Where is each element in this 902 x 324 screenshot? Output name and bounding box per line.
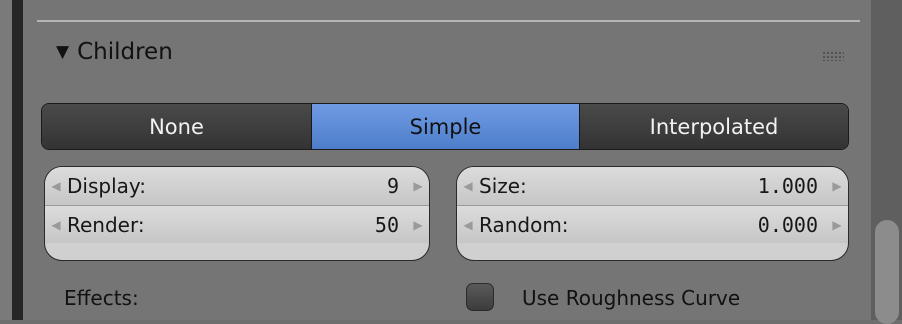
- left-field-group: ◀ Display: 9 ▶ ◀ Render: 50 ▶: [44, 166, 430, 261]
- random-label: Random:: [479, 212, 569, 237]
- decrement-arrow-icon[interactable]: ◀: [457, 218, 479, 232]
- mode-interpolated-button[interactable]: Interpolated: [579, 104, 848, 149]
- random-field[interactable]: ◀ Random: 0.000 ▶: [457, 205, 848, 243]
- increment-arrow-icon[interactable]: ▶: [407, 179, 429, 193]
- size-label: Size:: [479, 174, 527, 198]
- decrement-arrow-icon[interactable]: ◀: [45, 179, 67, 193]
- decrement-arrow-icon[interactable]: ◀: [45, 218, 67, 232]
- scrollbar-thumb[interactable]: [875, 220, 899, 324]
- use-roughness-curve-checkbox[interactable]: [466, 283, 494, 311]
- increment-arrow-icon[interactable]: ▶: [826, 179, 848, 193]
- display-value: 9: [386, 174, 399, 198]
- window-left-edge: [0, 0, 12, 320]
- increment-arrow-icon[interactable]: ▶: [407, 218, 429, 232]
- display-label: Display:: [67, 174, 147, 198]
- drag-handle-icon[interactable]: [822, 51, 844, 61]
- size-field[interactable]: ◀ Size: 1.000 ▶: [457, 167, 848, 205]
- decrement-arrow-icon[interactable]: ◀: [457, 179, 479, 193]
- random-value: 0.000: [757, 212, 818, 237]
- use-roughness-curve-label[interactable]: Use Roughness Curve: [522, 286, 740, 310]
- render-field[interactable]: ◀ Render: 50 ▶: [45, 205, 429, 243]
- mode-simple-button[interactable]: Simple: [311, 104, 579, 149]
- increment-arrow-icon[interactable]: ▶: [826, 218, 848, 232]
- panel-separator: [37, 20, 860, 22]
- display-field[interactable]: ◀ Display: 9 ▶: [45, 167, 429, 205]
- panel-left-border: [12, 0, 23, 320]
- render-value: 50: [374, 212, 399, 237]
- render-label: Render:: [67, 212, 145, 237]
- children-mode-selector: None Simple Interpolated: [41, 103, 849, 150]
- mode-none-button[interactable]: None: [42, 104, 311, 149]
- size-value: 1.000: [757, 174, 818, 198]
- effects-label: Effects:: [64, 286, 139, 310]
- panel-header[interactable]: ▼ Children: [56, 34, 173, 70]
- triangle-down-icon[interactable]: ▼: [56, 43, 69, 61]
- right-field-group: ◀ Size: 1.000 ▶ ◀ Random: 0.000 ▶: [456, 166, 849, 261]
- panel-title: Children: [77, 39, 173, 65]
